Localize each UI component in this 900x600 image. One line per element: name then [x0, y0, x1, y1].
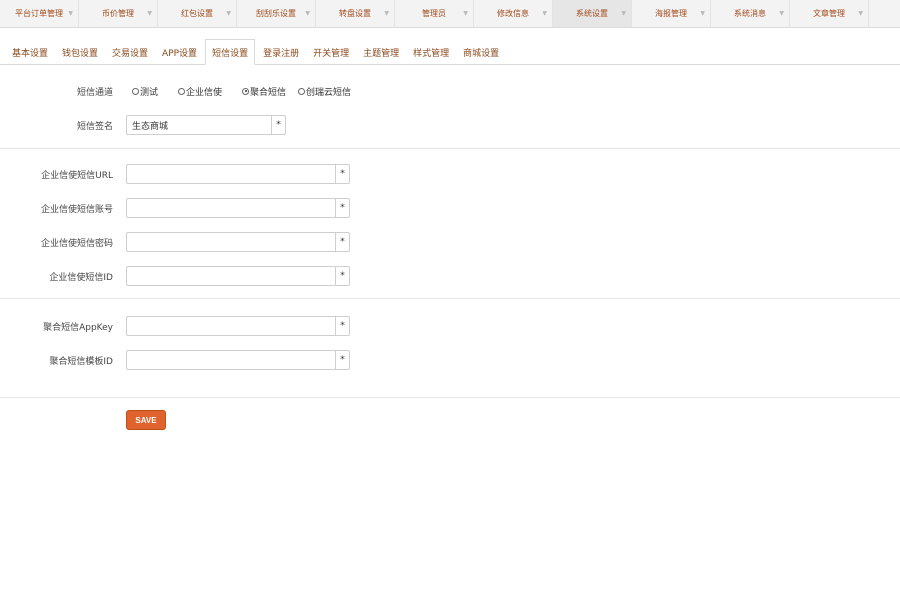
- required-mark: *: [335, 233, 349, 251]
- menu-item-poster[interactable]: 海报管理 ▼: [632, 0, 711, 27]
- tab-wallet[interactable]: 钱包设置: [56, 40, 104, 64]
- qyxs-password-label: 企业信使短信密码: [40, 238, 113, 249]
- juhe-template-label: 聚合短信模板ID: [49, 356, 113, 367]
- menu-item-edit-info[interactable]: 修改信息 ▼: [474, 0, 553, 27]
- tab-basic[interactable]: 基本设置: [6, 40, 54, 64]
- menu-item-admin[interactable]: 管理员 ▼: [395, 0, 474, 27]
- qyxs-account-input[interactable]: *: [126, 198, 350, 218]
- qyxs-url-label: 企业信使短信URL: [41, 170, 113, 181]
- menu-item-wheel[interactable]: 转盘设置 ▼: [316, 0, 395, 27]
- row-qyxs-url: 企业信使短信URL *: [0, 163, 900, 185]
- row-qyxs-account: 企业信使短信账号 *: [0, 197, 900, 219]
- menu-item-system-messages[interactable]: 系统消息 ▼: [711, 0, 790, 27]
- row-qyxs-password: 企业信使短信密码 *: [0, 231, 900, 253]
- radio-checked-icon: [242, 87, 250, 95]
- required-mark: *: [335, 199, 349, 217]
- radio-icon: [178, 87, 186, 95]
- menu-item-red-packet[interactable]: 红包设置 ▼: [158, 0, 237, 27]
- save-button[interactable]: SAVE: [126, 410, 166, 430]
- menu-item-scratch-card[interactable]: 刮刮乐设置 ▼: [237, 0, 316, 27]
- sms-signature-select[interactable]: 生态商城 *: [126, 115, 286, 135]
- required-mark: *: [271, 116, 285, 134]
- qyxs-url-input[interactable]: *: [126, 164, 350, 184]
- row-juhe-appkey: 聚合短信AppKey *: [0, 315, 900, 337]
- tab-trade[interactable]: 交易设置: [106, 40, 154, 64]
- required-mark: *: [335, 351, 349, 369]
- caret-down-icon: ▼: [542, 10, 547, 17]
- tab-app[interactable]: APP设置: [156, 40, 203, 64]
- radio-chuangrui-sms[interactable]: 创瑞云短信: [298, 85, 351, 98]
- required-mark: *: [335, 267, 349, 285]
- caret-down-icon: ▼: [463, 10, 468, 17]
- radio-icon: [132, 87, 139, 95]
- radio-juhe-sms[interactable]: 聚合短信: [242, 85, 286, 98]
- radio-qiye-xinshi[interactable]: 企业信使: [178, 85, 222, 98]
- juhe-appkey-label: 聚合短信AppKey: [43, 322, 113, 333]
- sms-signature-value: 生态商城: [132, 121, 169, 132]
- caret-down-icon: ▼: [779, 10, 784, 17]
- section-divider: [0, 397, 900, 398]
- menu-item-articles[interactable]: 文章管理 ▼: [790, 0, 869, 27]
- tab-login-register[interactable]: 登录注册: [257, 40, 305, 64]
- top-menu-bar: 平台订单管理 ▼ 币价管理 ▼ 红包设置 ▼ 刮刮乐设置 ▼ 转盘设置 ▼ 管理员 ▼ 修改…: [0, 0, 900, 28]
- caret-down-icon: ▼: [147, 10, 152, 17]
- caret-down-icon: ▼: [621, 10, 626, 17]
- required-mark: *: [335, 165, 349, 183]
- menu-item-platform-orders[interactable]: 平台订单管理 ▼: [0, 0, 79, 27]
- menu-item-system-settings[interactable]: 系统设置 ▼: [553, 0, 632, 27]
- juhe-appkey-input[interactable]: *: [126, 316, 350, 336]
- row-sms-channel: 短信通道 测试 企业信使 聚合短信 创瑞云短信: [0, 80, 900, 102]
- menu-item-coin-price[interactable]: 币价管理 ▼: [79, 0, 158, 27]
- caret-down-icon: ▼: [384, 10, 389, 17]
- sms-signature-label: 短信签名: [76, 121, 113, 132]
- caret-down-icon: ▼: [305, 10, 310, 17]
- tab-switches[interactable]: 开关管理: [307, 40, 355, 64]
- tab-theme[interactable]: 主题管理: [357, 40, 405, 64]
- tab-sms[interactable]: 短信设置: [205, 39, 256, 65]
- caret-down-icon: ▼: [226, 10, 231, 17]
- sms-channel-label: 短信通道: [76, 87, 113, 98]
- row-juhe-template: 聚合短信模板ID *: [0, 349, 900, 371]
- caret-down-icon: ▼: [68, 10, 73, 17]
- qyxs-password-input[interactable]: *: [126, 232, 350, 252]
- caret-down-icon: ▼: [858, 10, 863, 17]
- tab-style[interactable]: 样式管理: [407, 40, 455, 64]
- juhe-template-input[interactable]: *: [126, 350, 350, 370]
- settings-tabs: 基本设置 钱包设置 交易设置 APP设置 短信设置 登录注册 开关管理 主题管理…: [0, 39, 900, 65]
- section-divider: [0, 298, 900, 299]
- radio-icon: [298, 87, 306, 95]
- caret-down-icon: ▼: [700, 10, 705, 17]
- sms-channel-radio-group: 测试 企业信使 聚合短信 创瑞云短信: [132, 85, 351, 98]
- section-divider: [0, 148, 900, 149]
- qyxs-id-label: 企业信使短信ID: [49, 272, 113, 283]
- menu-tail: [869, 0, 900, 27]
- tab-mall[interactable]: 商城设置: [457, 40, 505, 64]
- radio-test[interactable]: 测试: [132, 85, 158, 98]
- row-sms-signature: 短信签名 生态商城 *: [0, 114, 900, 136]
- required-mark: *: [335, 317, 349, 335]
- qyxs-id-input[interactable]: *: [126, 266, 350, 286]
- qyxs-account-label: 企业信使短信账号: [40, 204, 113, 215]
- row-qyxs-id: 企业信使短信ID *: [0, 265, 900, 287]
